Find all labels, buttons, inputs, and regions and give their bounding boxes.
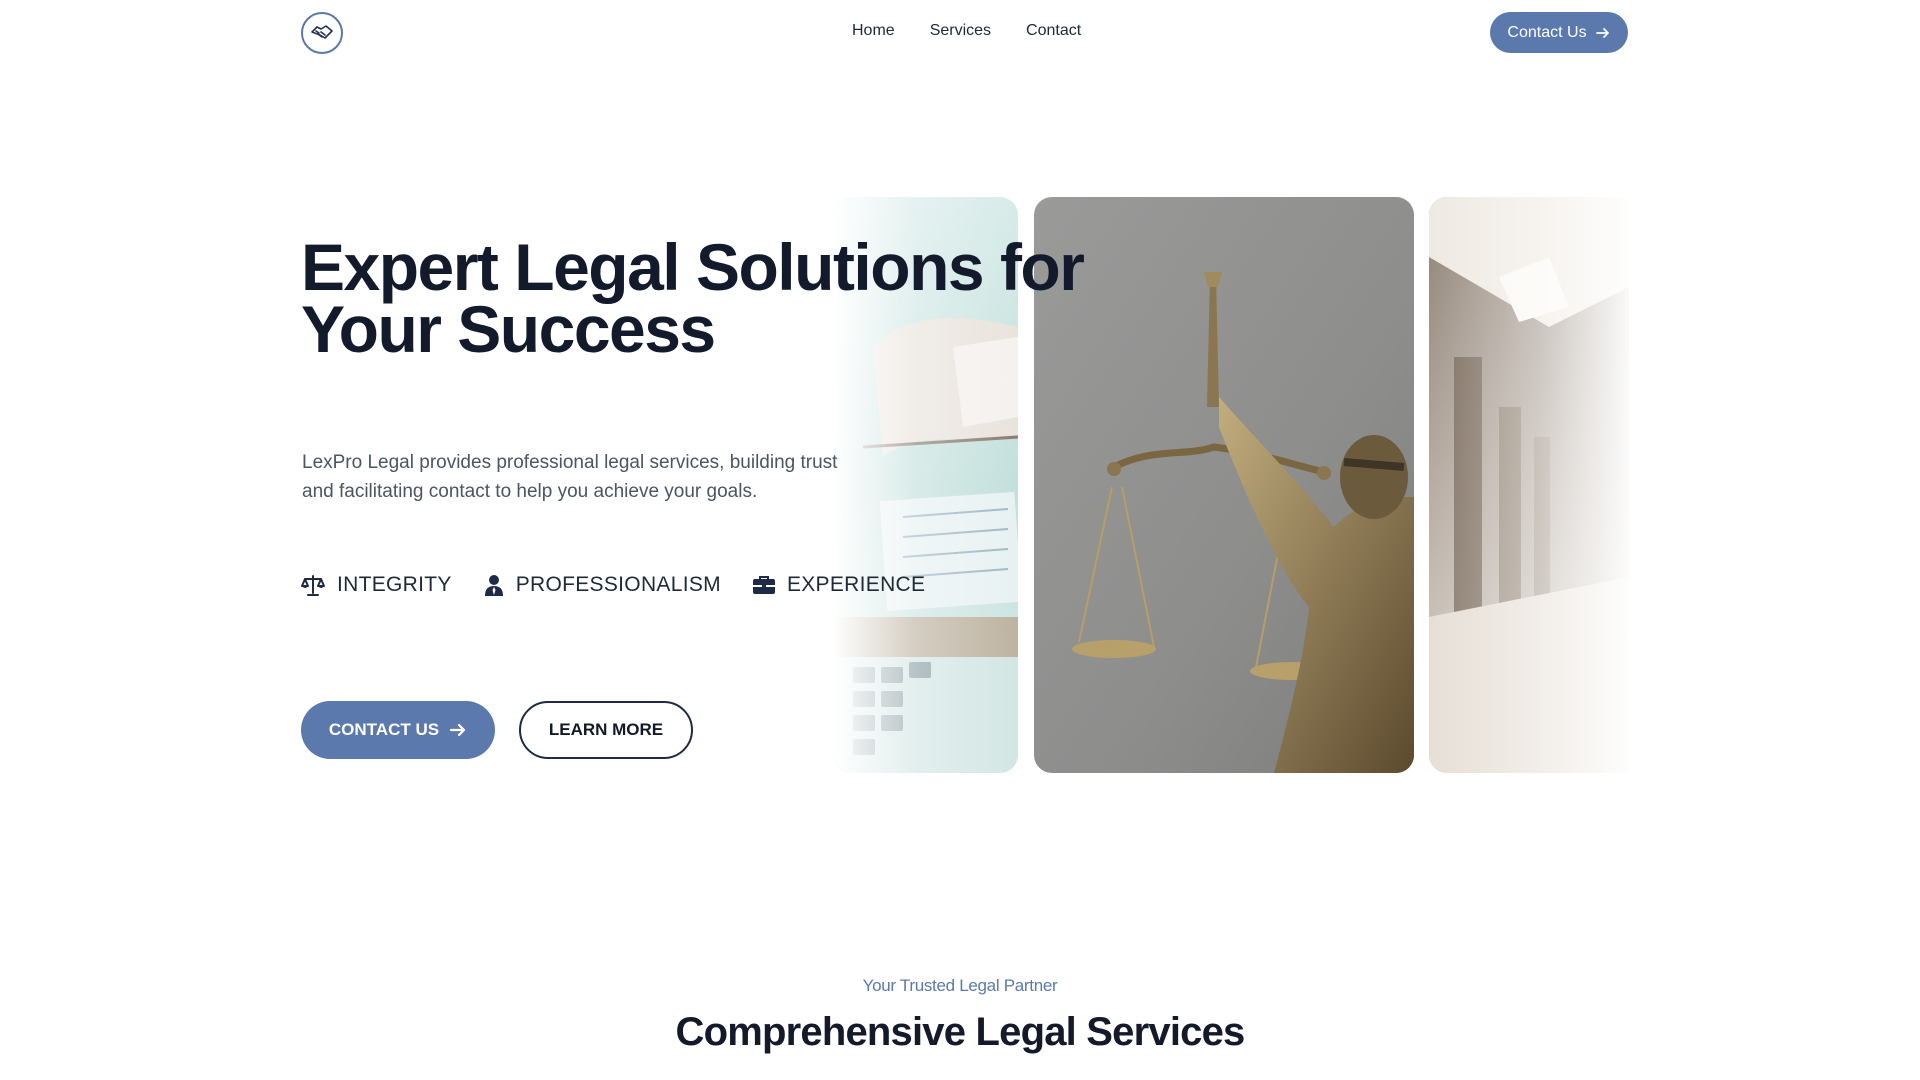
person-icon [484, 575, 503, 596]
section-eyebrow: Your Trusted Legal Partner [862, 976, 1058, 995]
scales-icon [301, 575, 325, 596]
nav-links: Home Services Contact [852, 22, 1081, 40]
handshake-icon [311, 25, 333, 39]
arrow-right-icon [1595, 27, 1609, 38]
hero-title: Expert Legal Solutions for Your Success [301, 234, 1091, 362]
lady-justice-statue-image [1034, 197, 1414, 773]
logo[interactable] [301, 12, 343, 54]
nav-contact-label: Contact Us [1507, 23, 1587, 41]
value-professionalism-label: PROFESSIONALISM [515, 573, 721, 596]
arrow-right-icon [449, 723, 466, 737]
nav-contact-button[interactable]: Contact Us [1490, 12, 1628, 53]
contact-us-label: CONTACT US [328, 720, 440, 739]
value-experience: EXPERIENCE [752, 573, 926, 597]
hero-title-line-2: Your Success [301, 292, 716, 366]
briefcase-icon [752, 576, 775, 594]
top-navigation: Home Services Contact Contact Us [0, 0, 1920, 66]
nav-link-contact[interactable]: Contact [1026, 22, 1081, 40]
nav-link-home[interactable]: Home [852, 22, 895, 40]
value-experience-label: EXPERIENCE [786, 573, 926, 596]
core-values: INTEGRITY PROFESSIONALISM EXPERIENCE [301, 573, 925, 597]
section-title: Comprehensive Legal Services [675, 1010, 1246, 1054]
hero-description: LexPro Legal provides professional legal… [302, 452, 838, 502]
value-integrity: INTEGRITY [301, 573, 452, 597]
value-professionalism: PROFESSIONALISM [484, 573, 721, 597]
nav-link-services[interactable]: Services [930, 22, 991, 40]
learn-more-button[interactable]: LEARN MORE [519, 701, 693, 759]
contact-us-button[interactable]: CONTACT US [301, 701, 495, 759]
office-corridor-image [1429, 197, 1629, 773]
value-integrity-label: INTEGRITY [337, 573, 452, 596]
